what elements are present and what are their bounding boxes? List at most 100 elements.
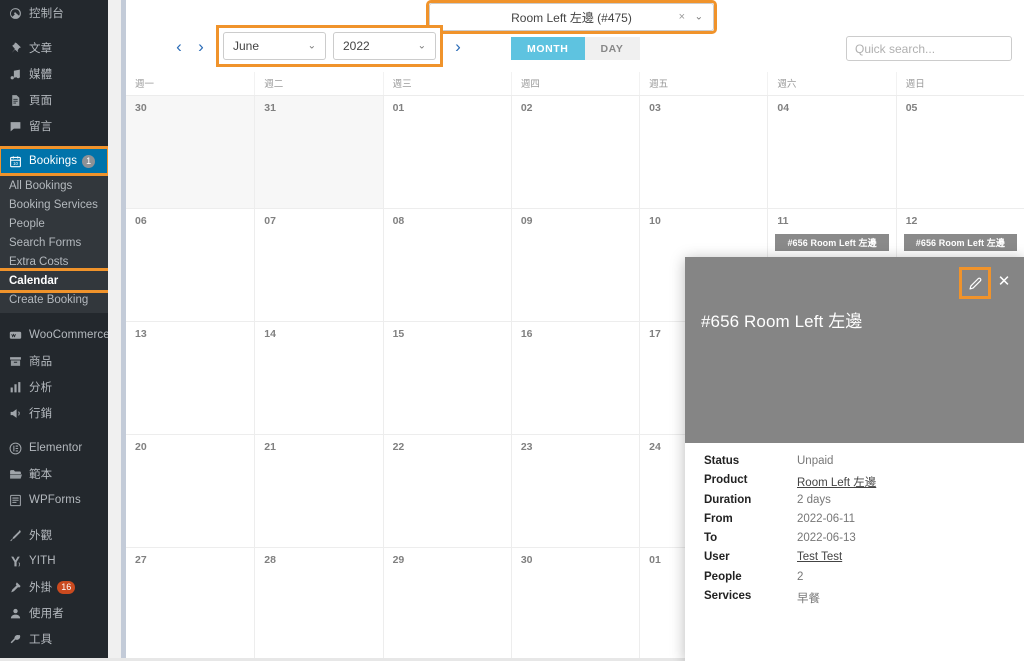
submenu-item-all-bookings[interactable]: All Bookings bbox=[0, 176, 108, 195]
popup-detail-row: From2022-06-11 bbox=[685, 513, 1024, 532]
sidebar-item-label: 頁面 bbox=[29, 92, 52, 108]
calendar-day-cell[interactable]: 29 bbox=[383, 548, 511, 660]
calendar-day-cell[interactable]: 31 bbox=[254, 96, 382, 208]
popup-detail-value[interactable]: Room Left 左邊 bbox=[797, 474, 876, 490]
date-selectors-highlight: June ⌄ 2022 ⌄ bbox=[219, 28, 440, 64]
day-number: 22 bbox=[393, 441, 511, 453]
calendar-day-cell[interactable]: 06 bbox=[126, 209, 254, 321]
marketing-icon bbox=[7, 405, 24, 422]
edit-booking-button[interactable] bbox=[962, 270, 988, 296]
weekday-header: 週四 bbox=[511, 72, 639, 95]
sidebar-item-label: 控制台 bbox=[29, 5, 64, 21]
sidebar-item-[interactable]: 使用者 bbox=[0, 600, 108, 626]
sidebar-item-bookings[interactable]: 10Bookings1 bbox=[0, 148, 108, 174]
calendar-day-cell[interactable]: 21 bbox=[254, 435, 382, 547]
booking-bar[interactable]: #656 Room Left 左邊 bbox=[904, 234, 1017, 251]
popup-detail-value: 2 days bbox=[797, 494, 831, 506]
calendar-day-cell[interactable]: 13 bbox=[126, 322, 254, 434]
calendar-day-cell[interactable]: 03 bbox=[639, 96, 767, 208]
sidebar-item-[interactable]: 留言 bbox=[0, 113, 108, 139]
calendar-day-cell[interactable]: 14 bbox=[254, 322, 382, 434]
close-icon[interactable]: × bbox=[679, 11, 685, 23]
sidebar-item-[interactable]: 工具 bbox=[0, 626, 108, 652]
calendar-day-cell[interactable]: 04 bbox=[767, 96, 895, 208]
next-month-button[interactable]: › bbox=[193, 38, 209, 55]
submenu-item-extra-costs[interactable]: Extra Costs bbox=[0, 252, 108, 271]
calendar-day-cell[interactable]: 09 bbox=[511, 209, 639, 321]
room-select-value: Room Left 左邊 (#475) bbox=[511, 9, 632, 26]
sidebar-item-label: 留言 bbox=[29, 118, 52, 134]
sidebar-item-[interactable]: 控制台 bbox=[0, 0, 108, 26]
pencil-icon bbox=[969, 277, 982, 290]
submenu-item-search-forms[interactable]: Search Forms bbox=[0, 233, 108, 252]
weekday-header: 週五 bbox=[639, 72, 767, 95]
calendar-day-cell[interactable]: 01 bbox=[383, 96, 511, 208]
sidebar-content-gap bbox=[108, 0, 126, 661]
calendar-day-cell[interactable]: 15 bbox=[383, 322, 511, 434]
sidebar-item-label: 行銷 bbox=[29, 405, 52, 421]
sidebar-item-[interactable]: 商品 bbox=[0, 348, 108, 374]
sidebar-item-[interactable]: 文章 bbox=[0, 35, 108, 61]
weekday-header: 週日 bbox=[896, 72, 1024, 95]
woocommerce-icon bbox=[7, 327, 24, 344]
sidebar-item-[interactable]: 分析 bbox=[0, 374, 108, 400]
calendar-day-cell[interactable]: 30 bbox=[511, 548, 639, 660]
booking-bar[interactable]: #656 Room Left 左邊 bbox=[775, 234, 888, 251]
day-number: 28 bbox=[264, 554, 382, 566]
forward-button[interactable]: › bbox=[450, 38, 466, 55]
popup-detail-value[interactable]: Test Test bbox=[797, 551, 842, 563]
calendar-day-cell[interactable]: 22 bbox=[383, 435, 511, 547]
yith-icon bbox=[7, 553, 24, 570]
sidebar-item-[interactable]: 外掛16 bbox=[0, 574, 108, 600]
calendar-day-cell[interactable]: 30 bbox=[126, 96, 254, 208]
sidebar-item-[interactable]: 外觀 bbox=[0, 522, 108, 548]
calendar-day-cell[interactable]: 02 bbox=[511, 96, 639, 208]
sidebar-item-yith[interactable]: YITH bbox=[0, 548, 108, 574]
pin-icon bbox=[7, 40, 24, 57]
close-popup-button[interactable]: ✕ bbox=[994, 271, 1014, 291]
month-select[interactable]: June ⌄ bbox=[223, 32, 326, 60]
analytics-icon bbox=[7, 379, 24, 396]
calendar-day-cell[interactable]: 28 bbox=[254, 548, 382, 660]
sidebar-item-[interactable]: 媒體 bbox=[0, 61, 108, 87]
popup-detail-row: ProductRoom Left 左邊 bbox=[685, 474, 1024, 493]
sidebar-item-wpforms[interactable]: WPForms bbox=[0, 487, 108, 513]
year-select[interactable]: 2022 ⌄ bbox=[333, 32, 436, 60]
comment-icon bbox=[7, 118, 24, 135]
room-select[interactable]: Room Left 左邊 (#475) × ⌄ bbox=[429, 3, 714, 31]
submenu-item-calendar[interactable]: Calendar bbox=[0, 271, 108, 290]
sidebar-item-[interactable]: 行銷 bbox=[0, 400, 108, 426]
weekday-header: 週三 bbox=[383, 72, 511, 95]
app-root: 控制台文章媒體頁面留言 10Bookings1 All BookingsBookin… bbox=[0, 0, 1024, 661]
calendar-day-cell[interactable]: 20 bbox=[126, 435, 254, 547]
submenu-item-booking-services[interactable]: Booking Services bbox=[0, 195, 108, 214]
booking-detail-popup: ✕ #656 Room Left 左邊 StatusUnpaidProductR… bbox=[685, 257, 1024, 661]
calendar-day-cell[interactable]: 27 bbox=[126, 548, 254, 660]
calendar-day-cell[interactable]: 23 bbox=[511, 435, 639, 547]
prev-month-button[interactable]: ‹ bbox=[171, 38, 187, 55]
sidebar-item-elementor[interactable]: Elementor bbox=[0, 435, 108, 461]
sidebar-item-label: 範本 bbox=[29, 466, 52, 482]
popup-detail-row: To2022-06-13 bbox=[685, 532, 1024, 551]
tab-month[interactable]: MONTH bbox=[511, 37, 585, 60]
search-input[interactable] bbox=[846, 36, 1012, 61]
calendar-day-cell[interactable]: 16 bbox=[511, 322, 639, 434]
day-number: 07 bbox=[264, 215, 382, 227]
day-number: 13 bbox=[135, 328, 254, 340]
chevron-down-icon[interactable]: ⌄ bbox=[695, 12, 703, 23]
calendar-day-cell[interactable]: 08 bbox=[383, 209, 511, 321]
submenu-item-people[interactable]: People bbox=[0, 214, 108, 233]
month-select-value: June bbox=[233, 39, 259, 53]
sidebar-item-woocommerce[interactable]: WooCommerce bbox=[0, 322, 108, 348]
calendar-day-cell[interactable]: 07 bbox=[254, 209, 382, 321]
popup-detail-key: From bbox=[704, 513, 797, 525]
popup-detail-row: People2 bbox=[685, 571, 1024, 590]
sidebar-item-[interactable]: 範本 bbox=[0, 461, 108, 487]
wpforms-icon bbox=[7, 492, 24, 509]
submenu-item-create-booking[interactable]: Create Booking bbox=[0, 290, 108, 309]
popup-detail-key: To bbox=[704, 532, 797, 544]
calendar-day-cell[interactable]: 05 bbox=[896, 96, 1024, 208]
sidebar-item-[interactable]: 頁面 bbox=[0, 87, 108, 113]
popup-detail-row: UserTest Test bbox=[685, 551, 1024, 570]
tab-day[interactable]: DAY bbox=[585, 37, 640, 60]
